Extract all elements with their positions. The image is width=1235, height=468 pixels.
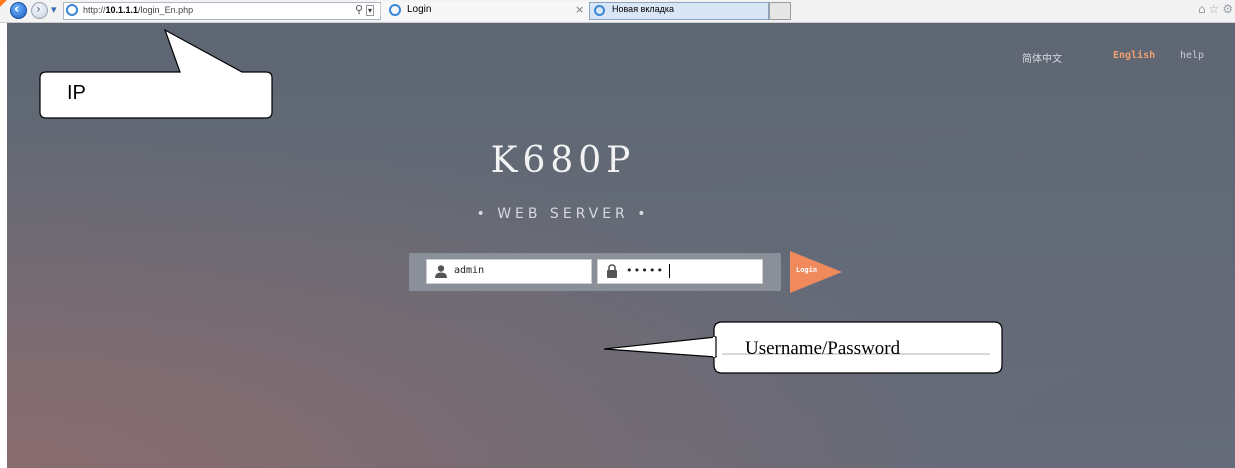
login-page: 简体中文 English help	[7, 23, 1235, 468]
browser-toolbar: ‹ › ▾ http://10.1.1.1/login_En.php ⚲ ▾ ↻…	[0, 0, 1235, 23]
ip-callout-label: IP	[67, 82, 86, 104]
tab-label: Новая вкладка	[612, 4, 675, 14]
address-url[interactable]: http://10.1.1.1/login_En.php	[83, 5, 193, 15]
login-button-label: Login	[796, 266, 818, 274]
star-icon[interactable]: ☆	[1209, 2, 1223, 16]
credentials-callout-label: Username/Password	[745, 338, 901, 359]
username-field[interactable]: admin	[426, 259, 592, 284]
subtitle: • WEB SERVER •	[476, 206, 650, 222]
close-icon[interactable]: ×	[575, 3, 584, 16]
text-caret	[669, 264, 670, 278]
ie-page-icon	[594, 5, 605, 16]
password-field[interactable]: •••••	[597, 259, 763, 284]
language-english-link[interactable]: English	[1113, 50, 1155, 61]
language-chinese-link[interactable]: 简体中文	[1022, 50, 1062, 65]
back-arrow-icon[interactable]: ‹	[10, 2, 27, 19]
tab-login[interactable]: Login ×	[381, 2, 589, 20]
address-bar[interactable]: http://10.1.1.1/login_En.php ⚲ ▾ ↻	[63, 2, 393, 20]
new-tab-button[interactable]	[769, 2, 791, 20]
login-form: admin •••••	[409, 253, 781, 291]
forward-arrow-icon[interactable]: ›	[31, 2, 48, 19]
login-button[interactable]: Login	[790, 251, 842, 293]
ie-page-icon	[66, 4, 78, 16]
history-dropdown-icon[interactable]: ▾	[51, 3, 57, 16]
tab-label: Login	[407, 4, 432, 15]
tab-new[interactable]: Новая вкладка	[589, 2, 769, 20]
orange-corner-marker	[0, 0, 7, 7]
help-link[interactable]: help	[1180, 50, 1204, 61]
home-icon[interactable]: ⌂	[1198, 2, 1209, 16]
gear-icon[interactable]: ⚙	[1222, 2, 1235, 16]
search-icon[interactable]: ⚲	[355, 3, 363, 16]
username-value: admin	[454, 265, 485, 276]
lock-icon	[607, 264, 617, 278]
product-title: K680P	[490, 140, 636, 181]
user-icon	[435, 265, 447, 278]
password-value: •••••	[626, 264, 665, 277]
ie-page-icon	[389, 4, 401, 16]
toolbar-icons: ⌂☆⚙	[1198, 2, 1235, 16]
chevron-down-icon[interactable]: ▾	[366, 5, 375, 16]
